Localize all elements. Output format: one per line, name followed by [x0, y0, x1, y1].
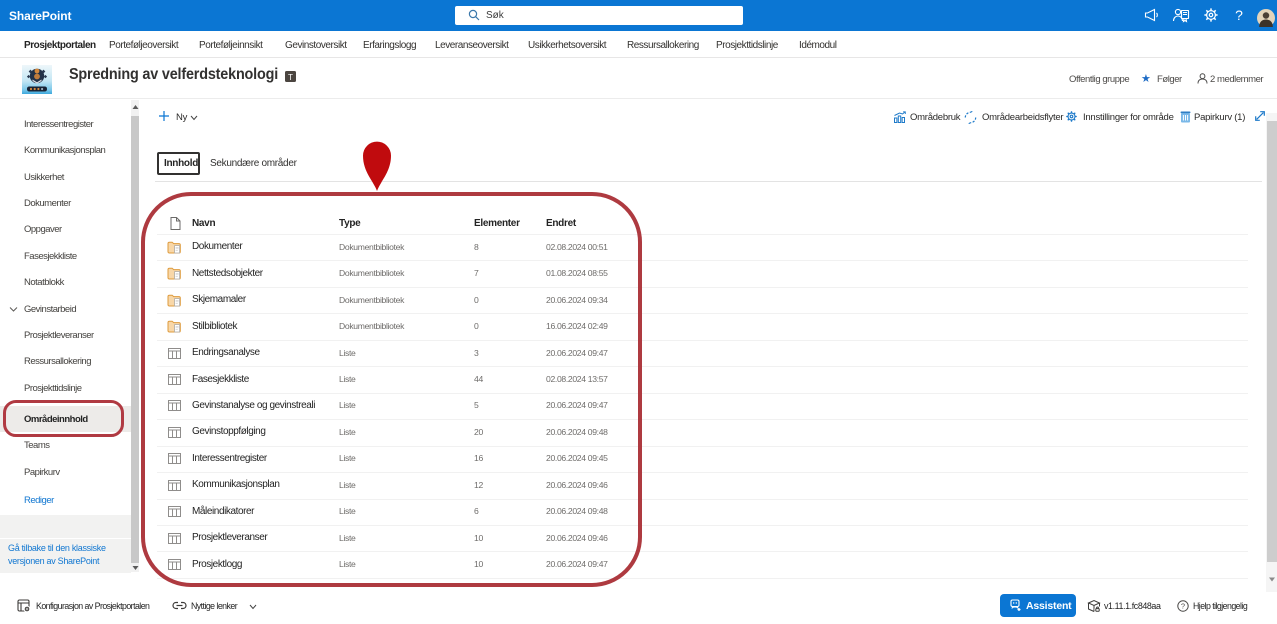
svg-text:T: T	[288, 73, 293, 82]
svg-text:?: ?	[1181, 602, 1185, 611]
